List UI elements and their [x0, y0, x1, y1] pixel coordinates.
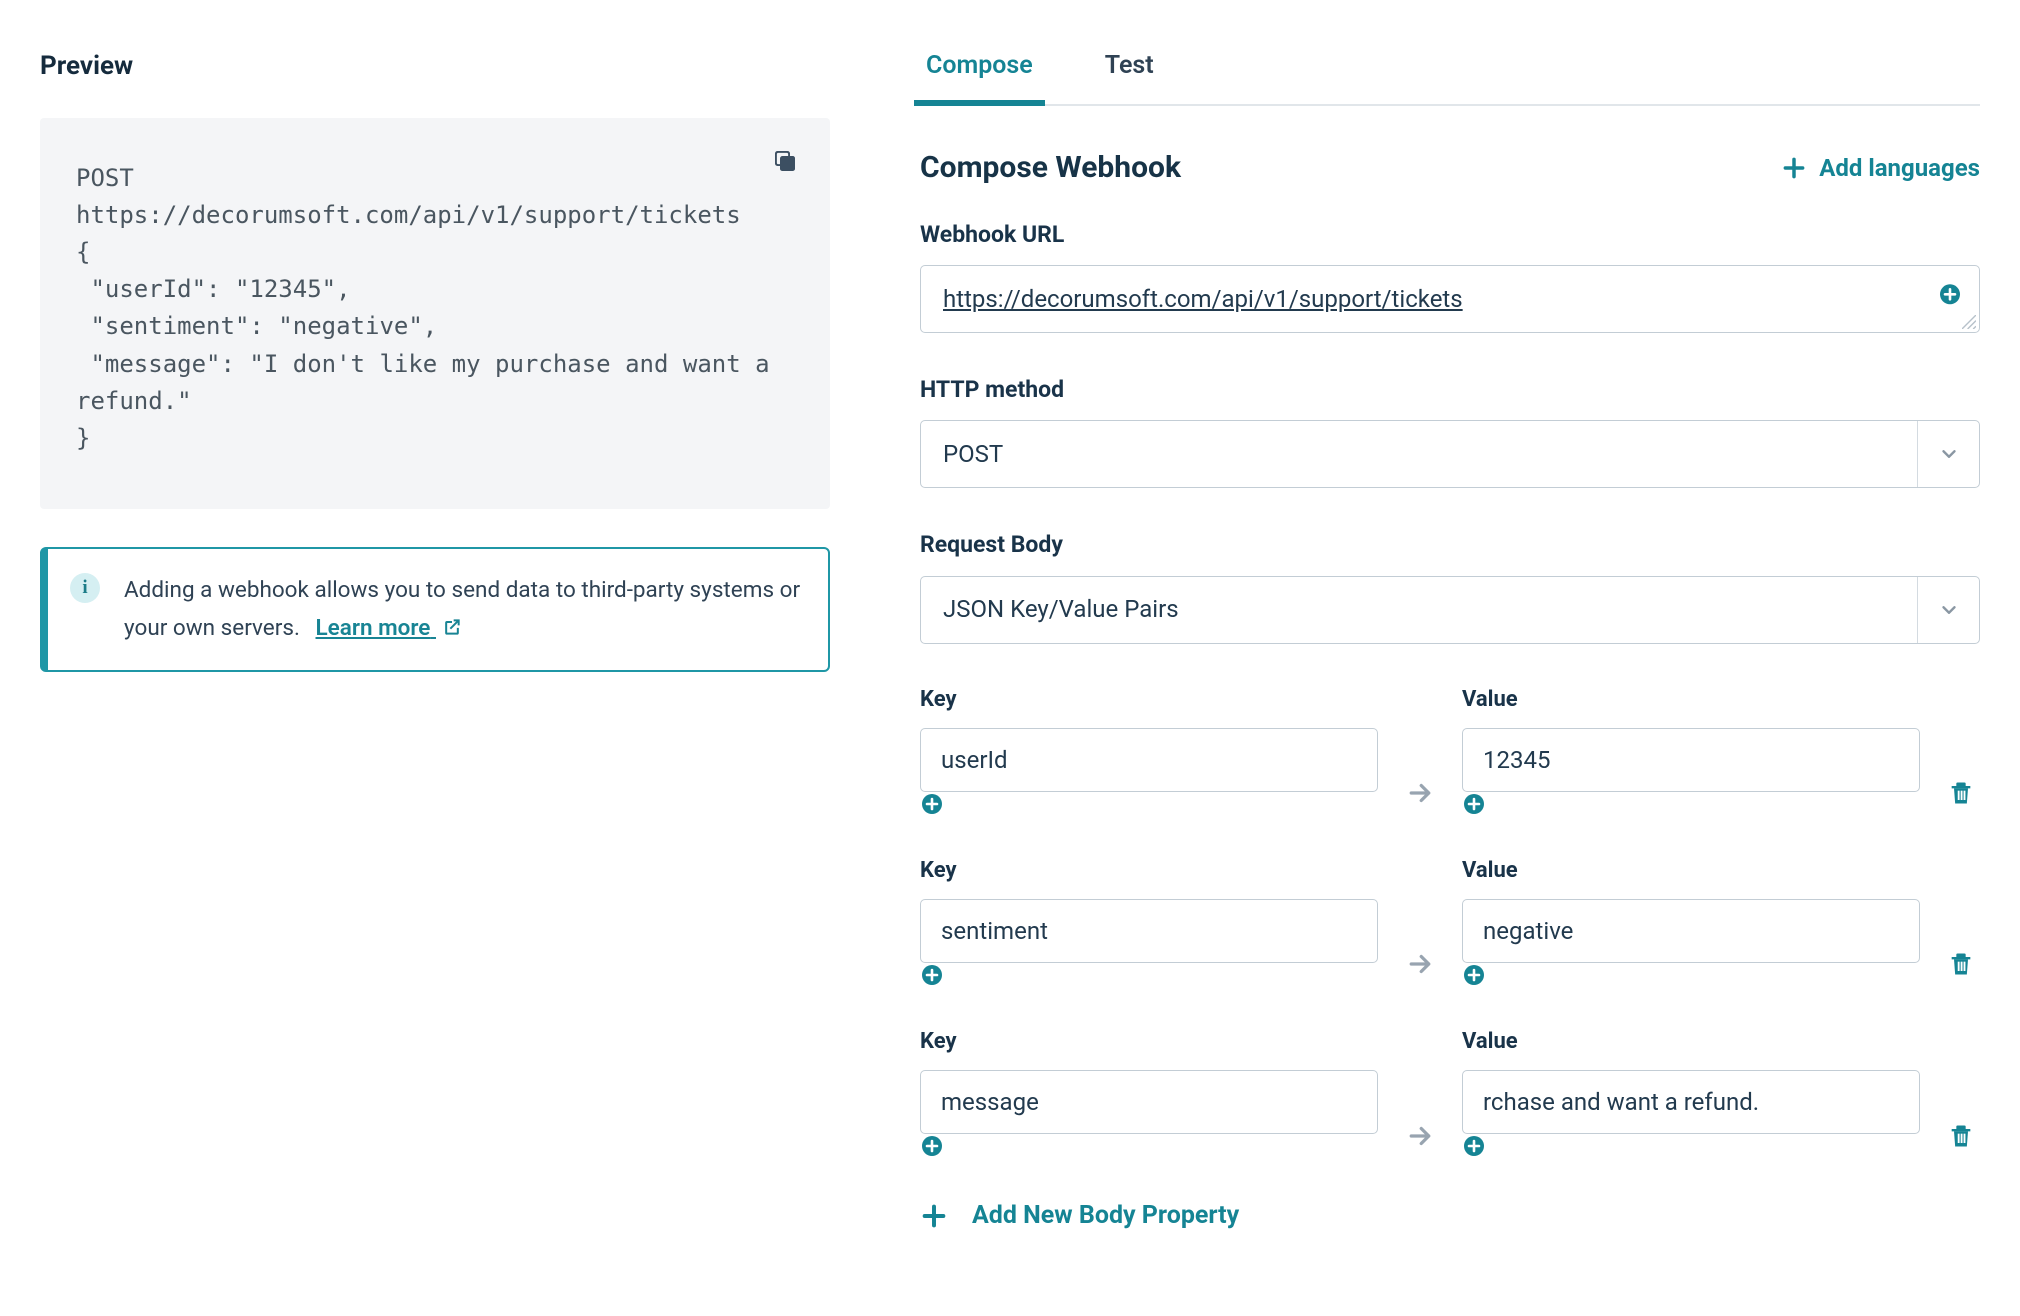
external-link-icon [442, 617, 462, 637]
request-body-label: Request Body [920, 528, 1980, 561]
webhook-url-label: Webhook URL [920, 218, 1980, 251]
arrow-right-icon [1400, 932, 1440, 996]
delete-row-button[interactable] [1942, 1104, 1980, 1168]
plus-icon [920, 1202, 948, 1230]
add-languages-label: Add languages [1819, 151, 1980, 186]
arrow-right-icon [1400, 1104, 1440, 1168]
value-label: Value [1462, 855, 1920, 887]
plus-circle-icon [920, 963, 944, 987]
value-input[interactable] [1462, 899, 1920, 963]
delete-row-button[interactable] [1942, 932, 1980, 996]
http-method-value: POST [943, 437, 1003, 472]
insert-variable-button[interactable] [920, 798, 944, 822]
insert-variable-button[interactable] [1462, 798, 1486, 822]
body-property-row: Key Value [920, 1026, 1980, 1167]
value-label: Value [1462, 1026, 1920, 1058]
section-title: Compose Webhook [920, 146, 1181, 190]
trash-icon [1947, 779, 1975, 807]
preview-heading: Preview [40, 48, 830, 86]
request-body-select[interactable]: JSON Key/Value Pairs [920, 576, 1980, 644]
value-label: Value [1462, 684, 1920, 716]
key-input[interactable] [920, 1070, 1378, 1134]
plus-icon [1781, 155, 1807, 181]
add-body-property-label: Add New Body Property [972, 1198, 1239, 1234]
insert-variable-button[interactable] [1462, 1140, 1486, 1164]
insert-variable-button[interactable] [1938, 282, 1962, 315]
preview-box: POST https://decorumsoft.com/api/v1/supp… [40, 118, 830, 510]
chevron-down-icon [1917, 421, 1979, 487]
value-input[interactable] [1462, 1070, 1920, 1134]
plus-circle-icon [1462, 792, 1486, 816]
value-input[interactable] [1462, 728, 1920, 792]
webhook-url-input[interactable] [920, 265, 1980, 333]
learn-more-label: Learn more [316, 615, 431, 641]
plus-circle-icon [1938, 282, 1962, 306]
key-input[interactable] [920, 728, 1378, 792]
body-property-row: Key Value [920, 855, 1980, 996]
chevron-down-icon [1917, 577, 1979, 643]
copy-icon[interactable] [770, 146, 800, 176]
tab-compose[interactable]: Compose [920, 48, 1039, 104]
body-property-row: Key Value [920, 684, 1980, 825]
key-label: Key [920, 684, 1378, 716]
info-text-body: Adding a webhook allows you to send data… [124, 577, 800, 641]
insert-variable-button[interactable] [920, 1140, 944, 1164]
info-text: Adding a webhook allows you to send data… [124, 571, 804, 648]
plus-circle-icon [1462, 963, 1486, 987]
trash-icon [1947, 1122, 1975, 1150]
http-method-label: HTTP method [920, 373, 1980, 406]
insert-variable-button[interactable] [1462, 969, 1486, 993]
add-languages-button[interactable]: Add languages [1781, 151, 1980, 186]
plus-circle-icon [920, 792, 944, 816]
learn-more-link[interactable]: Learn more [316, 615, 462, 641]
info-icon: i [70, 573, 100, 603]
arrow-right-icon [1400, 761, 1440, 825]
tabs: Compose Test [920, 48, 1980, 106]
key-label: Key [920, 855, 1378, 887]
preview-code: POST https://decorumsoft.com/api/v1/supp… [76, 160, 794, 458]
delete-row-button[interactable] [1942, 761, 1980, 825]
plus-circle-icon [920, 1134, 944, 1158]
add-body-property-button[interactable]: Add New Body Property [920, 1198, 1980, 1234]
insert-variable-button[interactable] [920, 969, 944, 993]
request-body-value: JSON Key/Value Pairs [943, 592, 1179, 627]
plus-circle-icon [1462, 1134, 1486, 1158]
trash-icon [1947, 950, 1975, 978]
info-callout: i Adding a webhook allows you to send da… [40, 547, 830, 672]
http-method-select[interactable]: POST [920, 420, 1980, 488]
key-label: Key [920, 1026, 1378, 1058]
tab-test[interactable]: Test [1099, 48, 1160, 104]
key-input[interactable] [920, 899, 1378, 963]
